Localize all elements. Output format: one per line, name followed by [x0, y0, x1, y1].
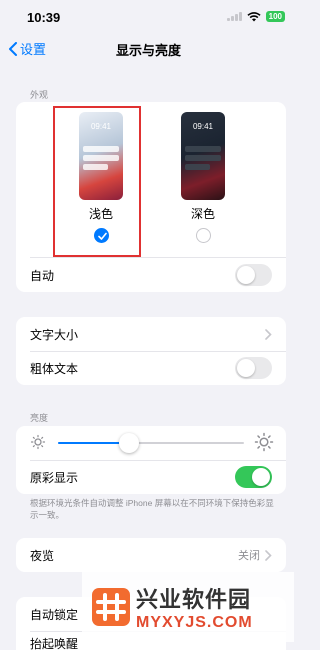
bold-text-label: 粗体文本 [30, 361, 79, 376]
nav-bar: 设置 显示与亮度 [0, 34, 297, 62]
dark-preview-time: 09:41 [192, 122, 214, 131]
night-shift-row[interactable]: 夜览 关闭 [16, 538, 286, 572]
status-time: 10:39 [27, 10, 61, 25]
selection-highlight [53, 106, 141, 257]
page-title: 显示与亮度 [115, 43, 181, 58]
raise-to-wake-label: 抬起唤醒 [30, 637, 79, 650]
dark-option-label: 深色 [190, 207, 215, 221]
status-icons: 100 [226, 11, 285, 22]
sun-small-icon [30, 434, 46, 450]
status-bar: 10:39 100 [0, 0, 297, 34]
watermark-url: MYXYJS.COM [136, 614, 253, 631]
signal-icon [226, 12, 242, 21]
auto-appearance-toggle[interactable] [235, 264, 272, 286]
battery-icon: 100 [265, 11, 285, 22]
brightness-group: 原彩显示 [16, 426, 286, 494]
brightness-slider[interactable] [58, 433, 244, 453]
chevron-right-icon [265, 328, 272, 340]
text-size-row[interactable]: 文字大小 [16, 317, 286, 351]
text-size-label: 文字大小 [30, 327, 79, 342]
auto-lock-label: 自动锁定 [30, 607, 79, 622]
night-shift-group: 夜览 关闭 [16, 538, 286, 572]
auto-appearance-row[interactable]: 自动 [16, 258, 286, 292]
bold-text-row[interactable]: 粗体文本 [16, 351, 286, 385]
sun-large-icon [254, 432, 274, 452]
bold-text-toggle[interactable] [235, 357, 272, 379]
appearance-header: 外观 [30, 90, 49, 100]
true-tone-footnote: 根据环境光条件自动调整 iPhone 屏幕以在不同环境下保持色彩显示一致。 [30, 498, 274, 520]
night-shift-value: 关闭 [238, 550, 260, 562]
chevron-right-icon [265, 549, 272, 561]
true-tone-row[interactable]: 原彩显示 [16, 460, 286, 494]
true-tone-toggle[interactable] [235, 466, 272, 488]
brightness-header: 亮度 [30, 413, 49, 423]
brightness-slider-thumb[interactable] [118, 433, 139, 453]
wifi-icon [247, 11, 261, 21]
dark-option-radio[interactable] [195, 228, 211, 243]
watermark-title: 兴业软件园 [136, 587, 252, 612]
watermark-logo-icon [92, 588, 130, 626]
night-shift-label: 夜览 [30, 548, 55, 563]
text-group: 文字大小 粗体文本 [16, 317, 286, 385]
true-tone-label: 原彩显示 [30, 470, 79, 485]
auto-appearance-label: 自动 [30, 268, 55, 283]
watermark: 兴业软件园 MYXYJS.COM [82, 572, 294, 642]
appearance-option-dark[interactable]: 09:41 深色 [178, 112, 228, 243]
dark-mode-preview: 09:41 [181, 112, 225, 200]
